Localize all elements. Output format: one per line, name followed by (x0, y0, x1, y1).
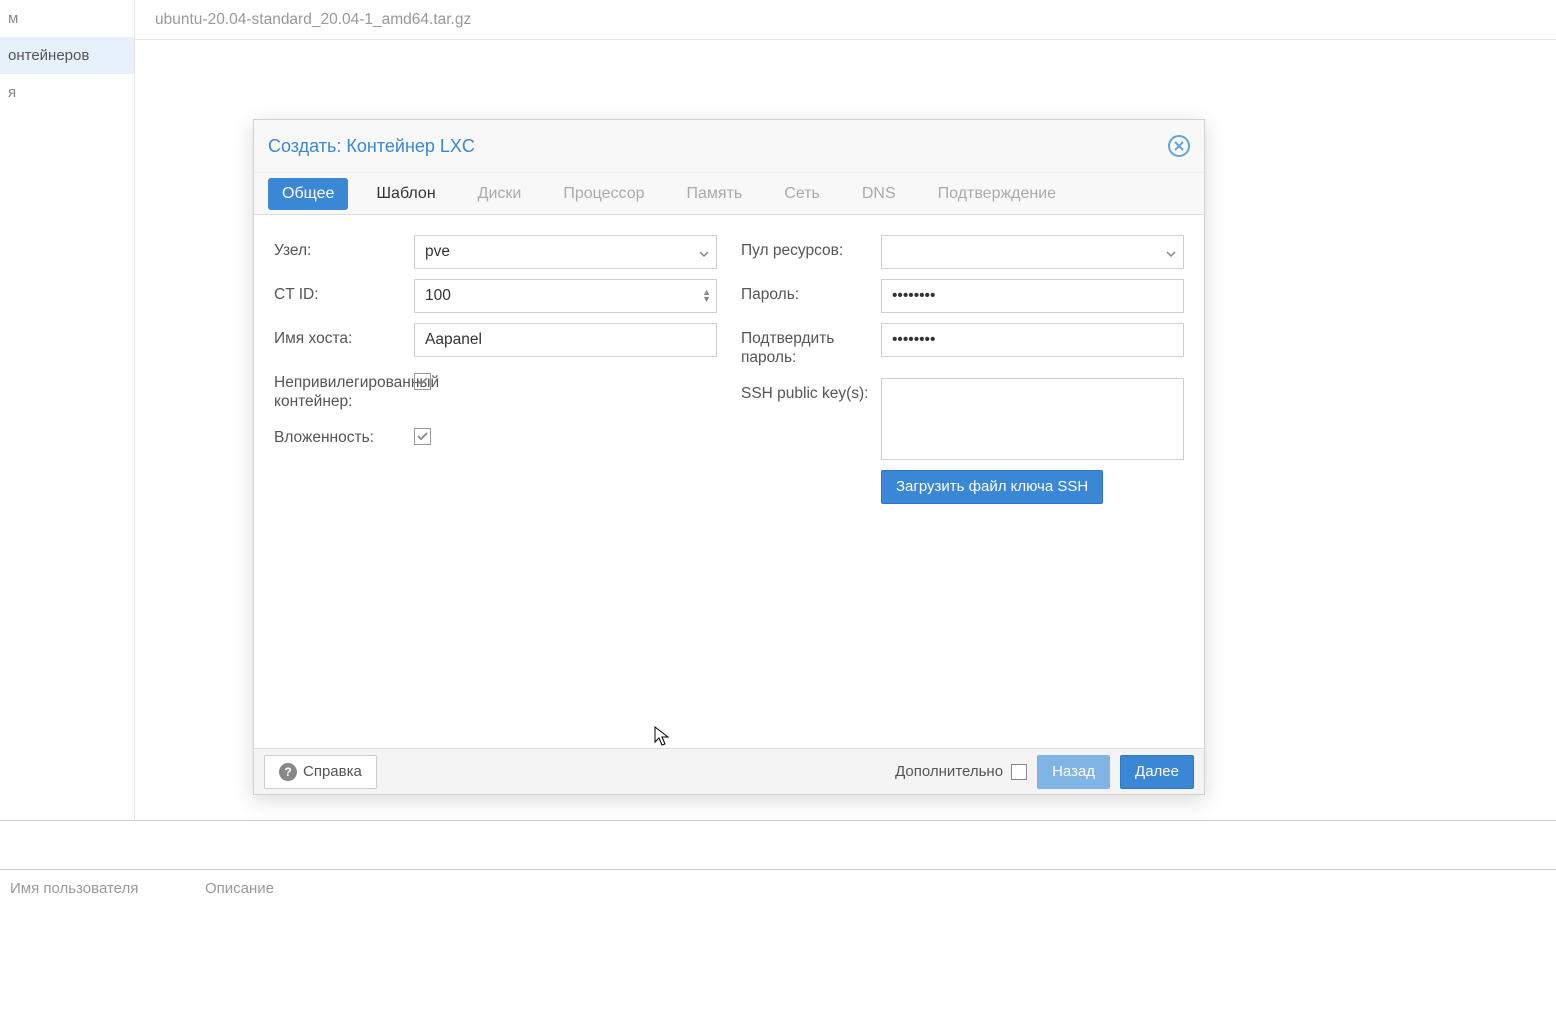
load-ssh-key-button[interactable]: Загрузить файл ключа SSH (881, 470, 1103, 504)
unprivileged-label: Непривилегированный контейнер: (274, 367, 414, 412)
help-label: Справка (303, 763, 362, 780)
ctid-input[interactable] (414, 279, 717, 313)
spinner-arrows-icon: ▲▼ (702, 289, 711, 303)
background-bottom-strip (0, 820, 1556, 870)
ctid-spinner[interactable]: ▲▼ (414, 279, 717, 313)
wizard-tabs: Общее Шаблон Диски Процессор Память Сеть… (254, 173, 1204, 215)
background-sidebar: м онтейнеров я (0, 0, 135, 820)
tab-general[interactable]: Общее (268, 178, 348, 210)
background-bottom-table-header: Имя пользователя Описание (0, 870, 1556, 1014)
form-left-column: Узел: CT ID: ▲▼ (274, 235, 717, 728)
create-lxc-dialog: Создать: Контейнер LXC Общее Шаблон Диск… (253, 119, 1205, 795)
help-icon: ? (279, 763, 297, 781)
dialog-title: Создать: Контейнер LXC (268, 136, 475, 157)
nested-label: Вложенность: (274, 422, 414, 447)
tab-dns: DNS (848, 178, 910, 210)
dialog-footer: ? Справка Дополнительно Назад Далее (254, 748, 1204, 794)
pool-label: Пул ресурсов: (741, 235, 881, 260)
pool-input[interactable] (881, 235, 1184, 269)
close-button[interactable] (1168, 135, 1190, 157)
confirm-password-label: Подтвердить пароль: (741, 323, 881, 368)
advanced-label: Дополнительно (895, 763, 1003, 780)
tab-network: Сеть (770, 178, 834, 210)
sidebar-item: я (0, 74, 134, 111)
advanced-toggle[interactable]: Дополнительно (895, 763, 1027, 780)
confirm-password-input[interactable] (881, 323, 1184, 357)
template-filename: ubuntu-20.04-standard_20.04-1_amd64.tar.… (155, 11, 471, 29)
hostname-label: Имя хоста: (274, 323, 414, 348)
password-label: Пароль: (741, 279, 881, 304)
sidebar-item: онтейнеров (0, 37, 134, 74)
col-description: Описание (205, 880, 274, 1014)
tab-confirm: Подтверждение (924, 178, 1070, 210)
back-button[interactable]: Назад (1037, 755, 1110, 789)
background-content-header: ubuntu-20.04-standard_20.04-1_amd64.tar.… (135, 0, 1556, 40)
col-username: Имя пользователя (10, 880, 205, 1014)
pool-combo[interactable] (881, 235, 1184, 269)
advanced-checkbox[interactable] (1011, 764, 1027, 780)
unprivileged-checkbox[interactable] (414, 373, 431, 390)
ssh-key-textarea[interactable] (881, 378, 1184, 460)
tab-cpu: Процессор (549, 178, 658, 210)
node-input[interactable] (414, 235, 717, 269)
dialog-header: Создать: Контейнер LXC (254, 120, 1204, 173)
nested-checkbox[interactable] (414, 428, 431, 445)
tab-template[interactable]: Шаблон (362, 178, 449, 210)
dialog-body: Узел: CT ID: ▲▼ (254, 215, 1204, 748)
next-button[interactable]: Далее (1120, 755, 1194, 789)
tab-memory: Память (673, 178, 757, 210)
check-icon (417, 432, 428, 441)
hostname-input[interactable] (414, 323, 717, 357)
ctid-label: CT ID: (274, 279, 414, 304)
node-label: Узел: (274, 235, 414, 260)
check-icon (417, 377, 428, 386)
sidebar-item: м (0, 0, 134, 37)
password-input[interactable] (881, 279, 1184, 313)
close-icon (1174, 141, 1184, 151)
node-combo[interactable] (414, 235, 717, 269)
ssh-key-label: SSH public key(s): (741, 378, 881, 403)
help-button[interactable]: ? Справка (264, 755, 377, 789)
tab-disks: Диски (464, 178, 536, 210)
form-right-column: Пул ресурсов: Пароль: Подтвердить (741, 235, 1184, 728)
